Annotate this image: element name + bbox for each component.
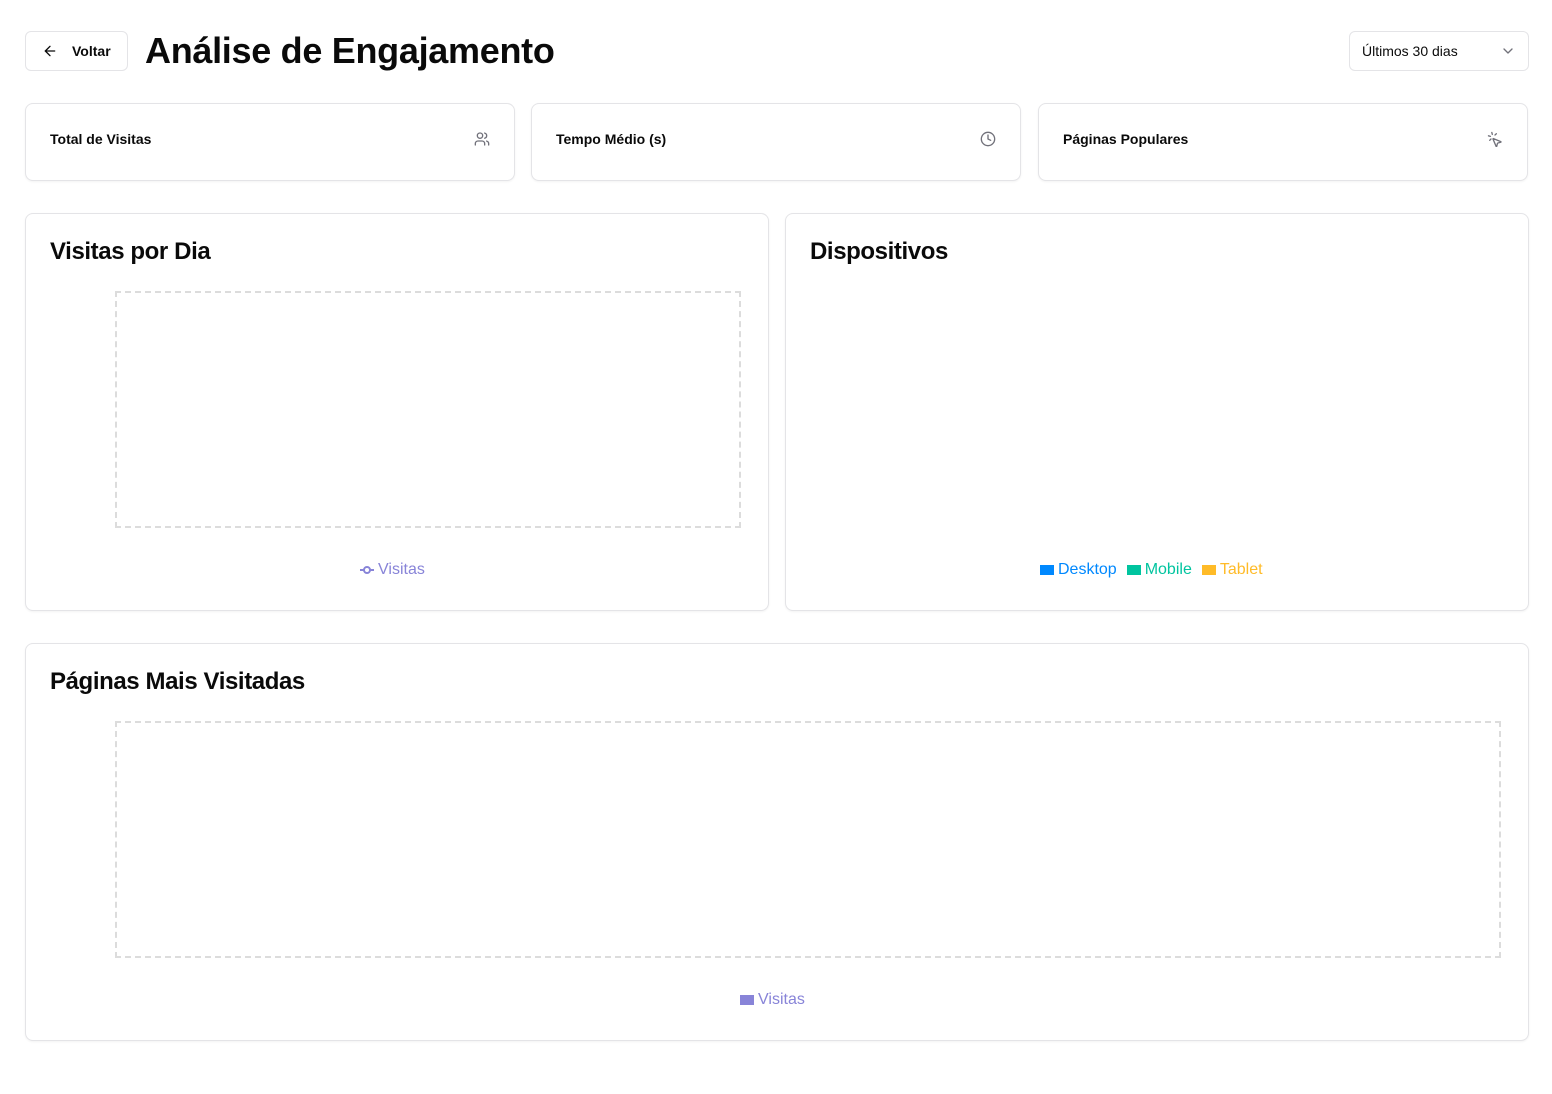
devices-panel: Dispositivos Desktop Mobile Tablet	[785, 213, 1529, 611]
visits-line-chart-plot	[115, 291, 741, 528]
arrow-left-icon	[44, 45, 56, 57]
page-header: Voltar Análise de Engajamento Últimos 30…	[25, 30, 1529, 71]
panel-title: Páginas Mais Visitadas	[50, 668, 305, 695]
legend-label: Visitas	[758, 991, 805, 1008]
legend-item-mobile[interactable]: Mobile	[1126, 561, 1192, 579]
date-range-value: Últimos 30 dias	[1362, 43, 1458, 59]
stat-card-average-time: Tempo Médio (s)	[531, 103, 1021, 181]
chart-legend: Desktop Mobile Tablet	[1040, 561, 1263, 579]
stat-card-popular-pages: Páginas Populares	[1038, 103, 1528, 181]
users-icon	[474, 132, 490, 146]
back-button[interactable]: Voltar	[25, 31, 128, 71]
line-marker-icon	[360, 566, 374, 574]
legend-item-visits[interactable]: Visitas	[740, 991, 805, 1009]
legend-label: Tablet	[1219, 561, 1263, 578]
legend-item-visits[interactable]: Visitas	[360, 561, 425, 579]
visits-by-day-panel: Visitas por Dia Visitas	[25, 213, 769, 611]
legend-swatch	[1040, 565, 1054, 575]
stat-label: Total de Visitas	[50, 131, 152, 147]
top-pages-panel: Páginas Mais Visitadas Visitas	[25, 643, 1529, 1041]
top-pages-bar-chart-plot	[115, 721, 1501, 958]
panel-title: Dispositivos	[810, 238, 948, 265]
legend-label: Mobile	[1144, 561, 1192, 578]
pointer-click-icon	[1487, 131, 1502, 147]
stat-card-total-visits: Total de Visitas	[25, 103, 515, 181]
legend-item-tablet[interactable]: Tablet	[1201, 561, 1263, 579]
chart-legend: Visitas	[740, 991, 805, 1009]
chevron-down-icon	[1503, 48, 1513, 54]
page-title: Análise de Engajamento	[145, 30, 555, 71]
legend-swatch	[1201, 565, 1216, 575]
stat-label: Tempo Médio (s)	[556, 131, 667, 147]
clock-icon	[980, 131, 996, 147]
legend-label: Desktop	[1058, 561, 1117, 578]
panel-title: Visitas por Dia	[50, 238, 211, 265]
date-range-select[interactable]: Últimos 30 dias	[1349, 31, 1529, 71]
legend-swatch	[1126, 565, 1141, 575]
legend-label: Visitas	[378, 561, 425, 578]
chart-legend: Visitas	[360, 561, 425, 579]
stat-label: Páginas Populares	[1063, 131, 1189, 147]
legend-item-desktop[interactable]: Desktop	[1040, 561, 1117, 579]
legend-swatch	[740, 995, 754, 1005]
back-button-label: Voltar	[72, 43, 111, 59]
